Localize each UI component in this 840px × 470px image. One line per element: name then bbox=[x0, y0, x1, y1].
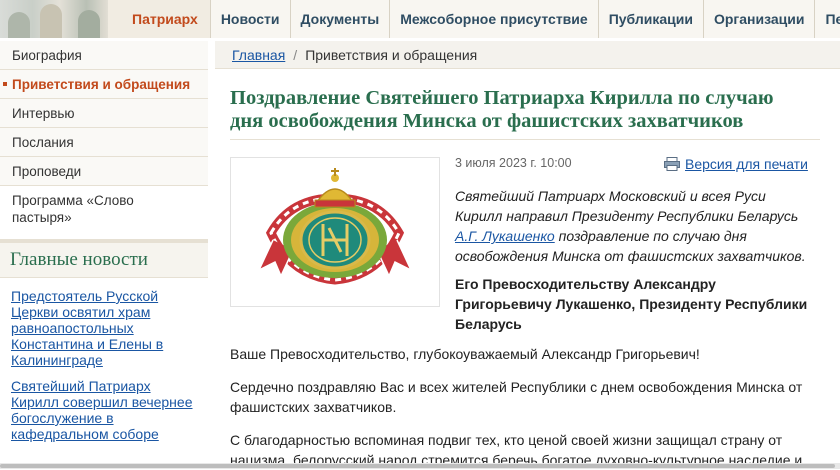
main-menu: Патриарх Новости Документы Межсоборное п… bbox=[108, 0, 840, 38]
site-header-image[interactable] bbox=[0, 0, 108, 38]
main-content: Главная / Приветствия и обращения Поздра… bbox=[215, 41, 840, 469]
sidebar-menu: Биография Приветствия и обращения Интерв… bbox=[0, 41, 208, 231]
lukashenko-link[interactable]: А.Г. Лукашенко bbox=[455, 228, 555, 244]
article-lead: Святейший Патриарх Московский и всея Рус… bbox=[455, 186, 815, 266]
patriarch-emblem-image bbox=[230, 157, 440, 307]
sidebar-item-pastor-word[interactable]: Программа «Слово пастыря» bbox=[0, 186, 150, 231]
nav-item-organizations[interactable]: Организации bbox=[704, 0, 816, 38]
breadcrumb-home-link[interactable]: Главная bbox=[232, 47, 285, 63]
article-paragraph: Ваше Превосходительство, глубокоуважаемы… bbox=[230, 344, 815, 364]
patriarch-emblem-icon bbox=[231, 158, 439, 306]
news-item: Святейший Патриарх Кирилл совершил вечер… bbox=[0, 368, 208, 442]
news-link[interactable]: Предстоятель Русской Церкви освятил храм… bbox=[11, 288, 163, 368]
nav-item-documents[interactable]: Документы bbox=[291, 0, 391, 38]
top-navigation: Патриарх Новости Документы Межсоборное п… bbox=[0, 0, 840, 38]
article-paragraph: Сердечно поздравляю Вас и всех жителей Р… bbox=[230, 377, 815, 417]
horizontal-scrollbar[interactable] bbox=[0, 463, 840, 469]
sidebar-item-sermons[interactable]: Проповеди bbox=[0, 157, 208, 186]
lead-text: Святейший Патриарх Московский и всея Рус… bbox=[455, 188, 798, 224]
sidebar-item-biography[interactable]: Биография bbox=[0, 41, 208, 70]
breadcrumb: Главная / Приветствия и обращения bbox=[215, 41, 840, 69]
news-link[interactable]: Святейший Патриарх Кирилл совершил вечер… bbox=[11, 378, 193, 442]
article-date: 3 июля 2023 г. 10:00 bbox=[455, 156, 572, 170]
sidebar-item-interviews[interactable]: Интервью bbox=[0, 99, 208, 128]
cathedral-dome-shape bbox=[78, 10, 100, 38]
cathedral-dome-shape bbox=[8, 12, 30, 38]
divider bbox=[230, 139, 820, 140]
main-news-heading: Главные новости bbox=[0, 239, 208, 278]
printer-icon[interactable] bbox=[664, 157, 680, 171]
print-version: Версия для печати bbox=[664, 156, 808, 172]
article-title: Поздравление Святейшего Патриарха Кирилл… bbox=[230, 87, 810, 133]
breadcrumb-separator: / bbox=[293, 47, 297, 63]
nav-item-patriarch[interactable]: Патриарх bbox=[108, 0, 211, 38]
nav-item-publications[interactable]: Публикации bbox=[599, 0, 704, 38]
cathedral-dome-shape bbox=[40, 4, 62, 38]
nav-item-inter-council[interactable]: Межсоборное присутствие bbox=[390, 0, 598, 38]
nav-item-truncated[interactable]: Пер bbox=[815, 0, 840, 38]
article-addressee: Его Превосходительству Александру Григор… bbox=[455, 274, 815, 334]
nav-item-news[interactable]: Новости bbox=[211, 0, 291, 38]
print-version-link[interactable]: Версия для печати bbox=[685, 156, 808, 172]
sidebar-item-messages[interactable]: Послания bbox=[0, 128, 208, 157]
breadcrumb-current: Приветствия и обращения bbox=[305, 47, 477, 63]
scrollbar-thumb[interactable] bbox=[0, 464, 835, 468]
sidebar-item-greetings[interactable]: Приветствия и обращения bbox=[0, 70, 208, 99]
news-item: Предстоятель Русской Церкви освятил храм… bbox=[0, 278, 208, 368]
sidebar: Биография Приветствия и обращения Интерв… bbox=[0, 41, 208, 469]
